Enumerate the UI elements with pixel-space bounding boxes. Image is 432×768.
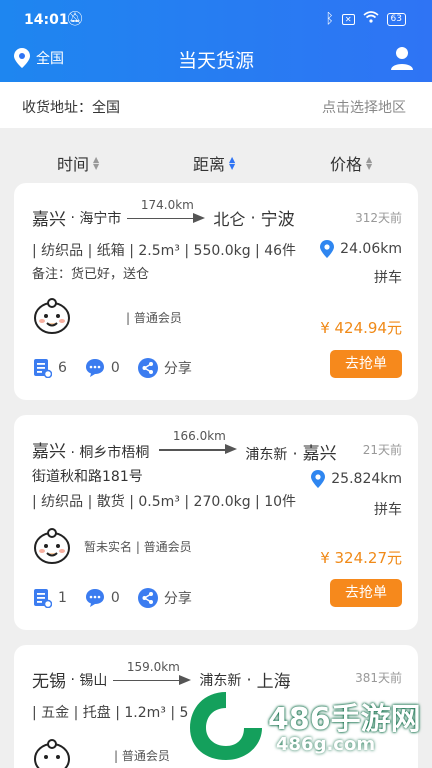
time-ago: 312天前 bbox=[355, 211, 402, 225]
dest-city: 宁波 bbox=[260, 210, 295, 230]
cargo-note: 备注：货已好，送仓 bbox=[32, 267, 150, 282]
route: 嘉兴 · 桐乡市梧桐 街道秋和路181号 166.0km 浦东新 · 嘉兴 bbox=[32, 429, 337, 485]
origin-district: 锡山 bbox=[79, 672, 108, 689]
dest-district: 浦东新 bbox=[245, 447, 288, 463]
watermark-brand: 486手游网 bbox=[268, 702, 421, 737]
origin-city: 嘉兴 bbox=[32, 210, 66, 230]
route-distance: 159.0km bbox=[126, 659, 180, 674]
cargo-specs: | 纺织品 | 散货 | 0.5m³ | 270.0kg | 10件 bbox=[32, 494, 297, 510]
grab-order-button[interactable]: 去抢单 bbox=[330, 579, 402, 607]
comments-count-value: 0 bbox=[110, 360, 120, 376]
wifi-icon bbox=[363, 11, 379, 27]
pickup-distance: 25.824km bbox=[311, 470, 402, 488]
sim-icon: ✕ bbox=[341, 13, 355, 25]
comments-count[interactable]: 0 bbox=[85, 588, 120, 608]
time-ago: 21天前 bbox=[362, 443, 402, 457]
comment-icon bbox=[85, 359, 104, 377]
route-distance: 166.0km bbox=[172, 429, 226, 443]
docs-count[interactable]: 6 bbox=[32, 358, 67, 378]
dest-city: 嘉兴 bbox=[302, 444, 337, 464]
select-region-link[interactable]: 点击选择地区 bbox=[322, 97, 406, 117]
sort-label: 价格 bbox=[330, 155, 363, 174]
bluetooth-icon: ᛒ bbox=[325, 11, 334, 27]
cargo-card[interactable]: 嘉兴 · 桐乡市梧桐 街道秋和路181号 166.0km 浦东新 · 嘉兴 21… bbox=[14, 415, 418, 630]
document-icon bbox=[34, 359, 52, 378]
user-icon[interactable] bbox=[390, 46, 414, 70]
route: 嘉兴 · 海宁市 174.0km 北仑 · 宁波 bbox=[32, 197, 295, 231]
location-pin-icon bbox=[320, 240, 335, 258]
member-level: 暂未实名 | 普通会员 bbox=[84, 540, 192, 554]
member-level: | 普通会员 bbox=[126, 311, 182, 325]
sort-time[interactable]: 时间 ▲ ▼ bbox=[57, 151, 99, 175]
docs-count[interactable]: 1 bbox=[32, 588, 67, 608]
dest-district: 浦东新 bbox=[199, 672, 242, 689]
share-icon bbox=[137, 588, 158, 608]
origin-district: 海宁市 bbox=[79, 210, 122, 227]
sort-arrows-icon: ▲ ▼ bbox=[366, 155, 373, 171]
share-icon bbox=[137, 358, 158, 378]
cargo-specs: | 五金 | 托盘 | 1.2m³ | 5 bbox=[32, 705, 189, 721]
origin-city: 无锡 bbox=[32, 672, 66, 692]
grab-order-button[interactable]: 去抢单 bbox=[330, 350, 402, 378]
cargo-card[interactable]: 嘉兴 · 海宁市 174.0km 北仑 · 宁波 312天前 | 纺织品 | 纸… bbox=[14, 183, 418, 400]
share-button[interactable]: 分享 bbox=[137, 588, 192, 608]
app-header: 14:01 🔕︎ ᛒ ✕ 63 全国 当天货源 bbox=[0, 0, 432, 82]
card-actions: 6 0 分享 bbox=[32, 358, 210, 378]
dest-district: 北仑 bbox=[213, 209, 246, 229]
avatar bbox=[34, 528, 70, 564]
pickup-distance: 24.06km bbox=[320, 240, 402, 258]
share-button[interactable]: 分享 bbox=[137, 358, 192, 378]
battery-icon: 63 bbox=[386, 12, 406, 26]
watermark: 486手游网 486g.com bbox=[184, 688, 424, 764]
mute-icon: 🔕︎ bbox=[66, 11, 84, 27]
location-pin-icon bbox=[311, 470, 326, 488]
share-label: 分享 bbox=[163, 361, 192, 377]
sort-bar: 时间 ▲ ▼ 距离 ▲ ▼ 价格 ▲ ▼ bbox=[0, 140, 432, 180]
status-bar: 14:01 🔕︎ ᛒ ✕ 63 bbox=[0, 0, 432, 38]
share-label: 分享 bbox=[163, 591, 192, 607]
cargo-specs: | 纺织品 | 纸箱 | 2.5m³ | 550.0kg | 46件 bbox=[32, 243, 297, 259]
price: ¥ 424.94元 bbox=[320, 319, 402, 337]
address-bar[interactable]: 收货地址：全国 点击选择地区 bbox=[0, 82, 432, 128]
comment-icon bbox=[85, 589, 104, 607]
route-distance: 174.0km bbox=[140, 197, 194, 212]
document-icon bbox=[34, 589, 52, 608]
sort-arrows-icon: ▲ ▼ bbox=[93, 155, 100, 171]
page-title: 当天货源 bbox=[177, 50, 254, 72]
origin-district: 桐乡市梧桐 bbox=[79, 445, 150, 461]
sort-arrows-icon: ▲ ▼ bbox=[229, 155, 236, 171]
load-type: 拼车 bbox=[374, 270, 402, 286]
watermark-logo-icon bbox=[190, 692, 262, 760]
status-icons: ᛒ ✕ 63 bbox=[325, 11, 406, 27]
sort-price[interactable]: 价格 ▲ ▼ bbox=[330, 151, 372, 175]
sort-distance[interactable]: 距离 ▲ ▼ bbox=[193, 151, 235, 175]
sort-label: 距离 bbox=[193, 155, 226, 174]
sort-label: 时间 bbox=[57, 155, 90, 174]
time-ago: 381天前 bbox=[355, 671, 402, 685]
distance-arrow: 174.0km bbox=[127, 198, 207, 228]
card-actions: 1 0 分享 bbox=[32, 588, 210, 608]
pickup-distance-value: 25.824km bbox=[331, 471, 402, 487]
price: ¥ 324.27元 bbox=[320, 549, 402, 567]
docs-count-value: 6 bbox=[58, 360, 67, 376]
distance-arrow: 166.0km bbox=[159, 429, 239, 459]
load-type: 拼车 bbox=[374, 502, 402, 518]
origin-address: 街道秋和路181号 bbox=[32, 469, 143, 485]
status-time: 14:01 bbox=[24, 12, 69, 28]
avatar bbox=[34, 739, 70, 768]
pickup-distance-value: 24.06km bbox=[340, 241, 402, 257]
comments-count-value: 0 bbox=[110, 590, 120, 606]
distance-arrow: 159.0km bbox=[113, 660, 193, 690]
watermark-url: 486g.com bbox=[276, 734, 376, 755]
comments-count[interactable]: 0 bbox=[85, 358, 120, 378]
avatar bbox=[34, 298, 70, 334]
origin-city: 嘉兴 bbox=[32, 442, 66, 462]
address-label: 收货地址：全国 bbox=[22, 100, 120, 116]
member-level: | 普通会员 bbox=[114, 749, 170, 763]
docs-count-value: 1 bbox=[58, 590, 67, 606]
